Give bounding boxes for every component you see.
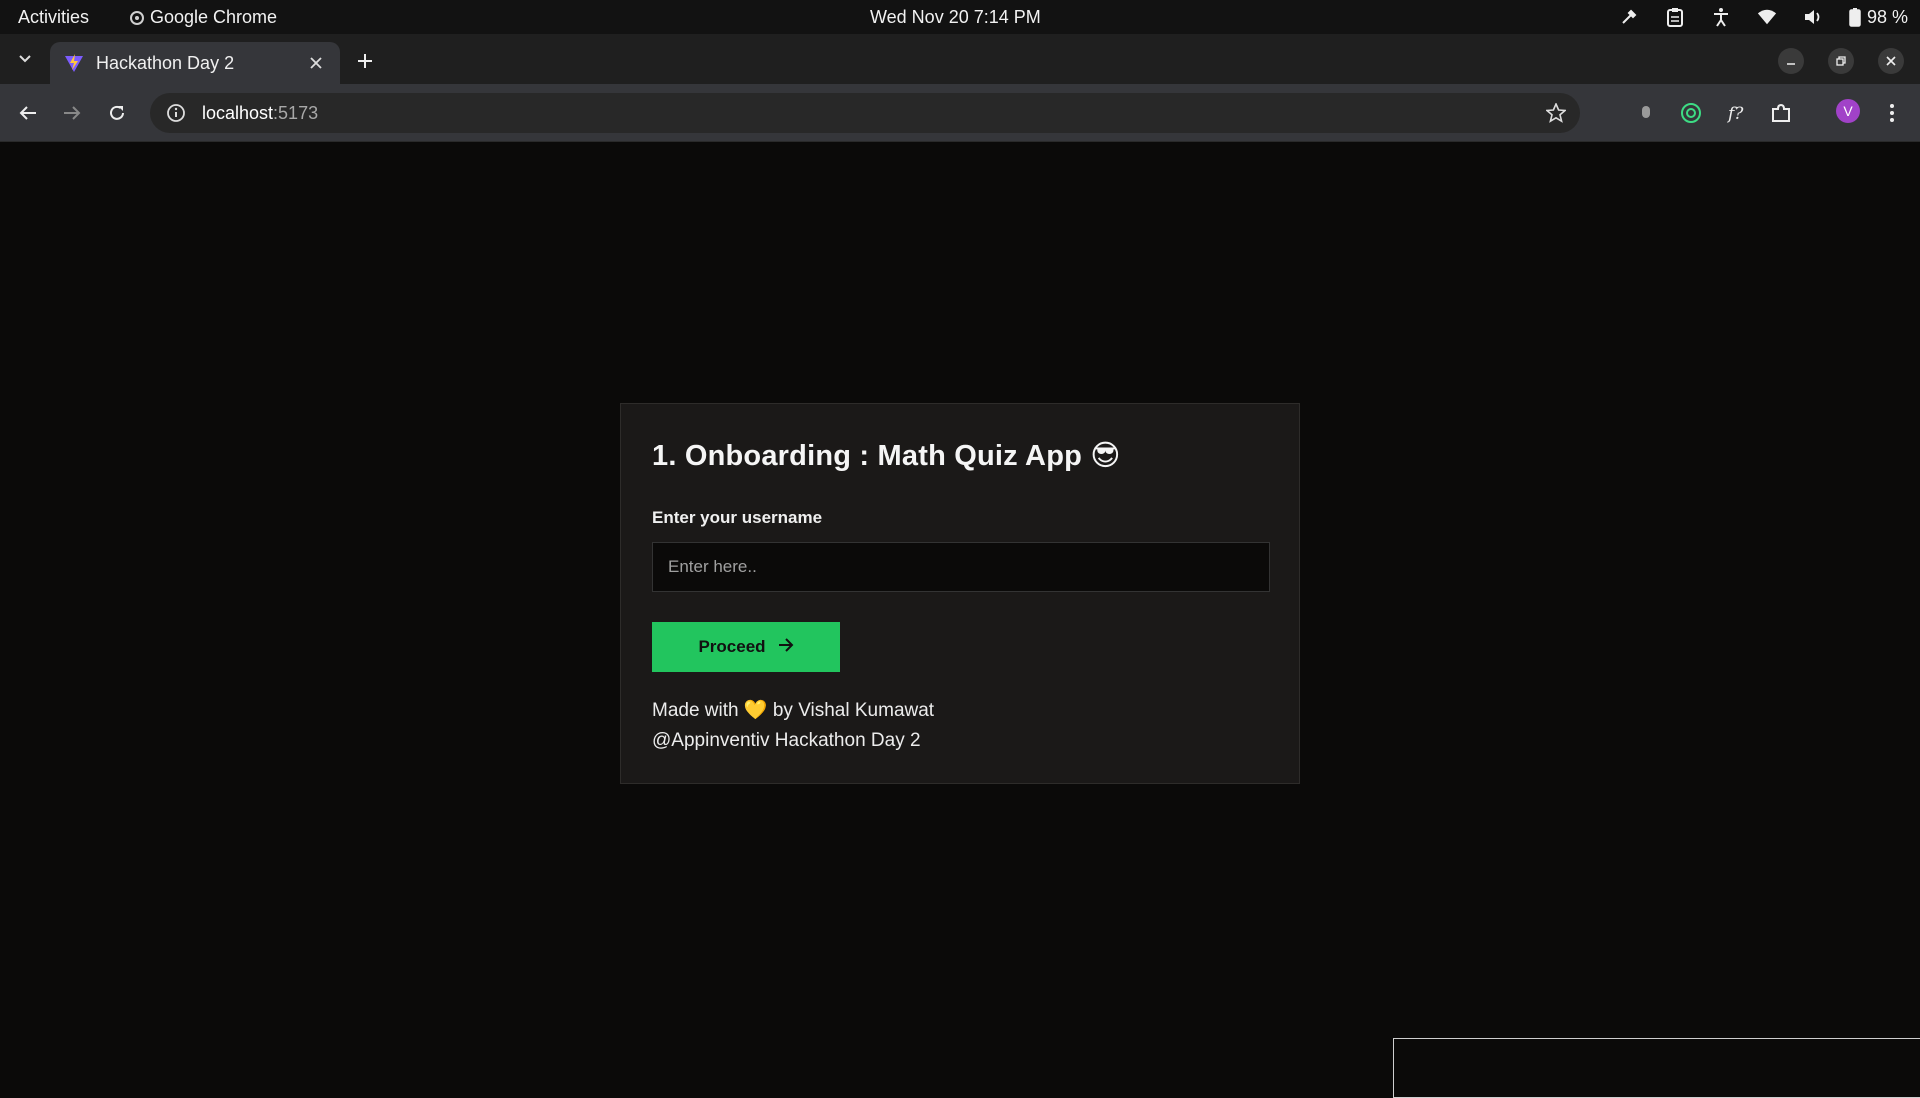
url-host: localhost [202,102,274,123]
battery-indicator[interactable]: 98 % [1849,7,1908,27]
profile-avatar[interactable]: V [1836,99,1860,123]
minimize-button[interactable] [1778,48,1804,74]
activities-button[interactable]: Activities [18,7,89,28]
chrome-menu-icon[interactable] [1880,101,1904,125]
arrow-right-icon [778,637,794,657]
url-port: :5173 [273,102,319,123]
site-info-icon[interactable] [166,103,186,123]
credits-line-2: @Appinventiv Hackathon Day 2 [652,730,921,751]
clipboard-icon[interactable] [1665,7,1685,27]
credits-author: by Vishal Kumawat [772,700,935,721]
vite-favicon-icon [64,53,84,73]
extension-formula-icon[interactable]: f? [1724,101,1748,125]
username-input[interactable] [652,542,1270,592]
new-tab-button[interactable] [352,48,378,74]
app-name: Google Chrome [150,7,278,27]
floating-panel[interactable] [1393,1038,1920,1098]
app-menu[interactable]: Google Chrome [130,7,277,28]
tab-strip: Hackathon Day 2 [0,34,1920,84]
system-top-bar: Activities Google Chrome Wed Nov 20 7:14… [0,0,1920,34]
extension-target-icon[interactable] [1679,101,1703,125]
system-tray[interactable]: 98 % [1619,0,1908,34]
address-bar[interactable]: localhost :5173 [150,93,1580,133]
extensions-puzzle-icon[interactable] [1769,101,1793,125]
page-viewport: 1. Onboarding : Math Quiz App 😎 Enter yo… [0,143,1920,1080]
clock[interactable]: Wed Nov 20 7:14 PM [870,7,1041,28]
volume-icon[interactable] [1803,7,1823,27]
color-picker-icon[interactable] [1619,7,1639,27]
svg-text:f?: f? [1726,104,1744,124]
restore-button[interactable] [1828,48,1854,74]
tab-title: Hackathon Day 2 [96,52,235,73]
forward-button[interactable] [58,99,86,127]
credits: Made with 💛 by Vishal Kumawat @Appinvent… [652,696,1268,756]
tab-search-button[interactable] [10,44,40,74]
extension-microphone-icon[interactable] [1634,101,1658,125]
accessibility-icon[interactable] [1711,7,1731,27]
battery-percentage: 98 % [1866,6,1908,27]
wifi-icon[interactable] [1757,7,1777,27]
proceed-button[interactable]: Proceed [652,622,840,672]
chrome-app-icon [130,10,144,25]
back-button[interactable] [14,99,42,127]
bookmark-star-icon[interactable] [1545,101,1567,123]
tab-active[interactable]: Hackathon Day 2 [50,42,340,84]
credits-prefix: Made with [652,700,739,721]
browser-toolbar: localhost :5173 f? [0,84,1920,142]
onboarding-card: 1. Onboarding : Math Quiz App 😎 Enter yo… [620,403,1300,784]
username-label: Enter your username [652,508,823,527]
close-window-button[interactable] [1878,48,1904,74]
page-title: 1. Onboarding : Math Quiz App 😎 [652,440,1121,472]
credits-line-1: Made with 💛 by Vishal Kumawat [652,696,1268,726]
proceed-label: Proceed [698,637,766,656]
heart-emoji: 💛 [743,700,768,721]
reload-button[interactable] [103,99,131,127]
tab-close-icon[interactable] [306,53,326,73]
